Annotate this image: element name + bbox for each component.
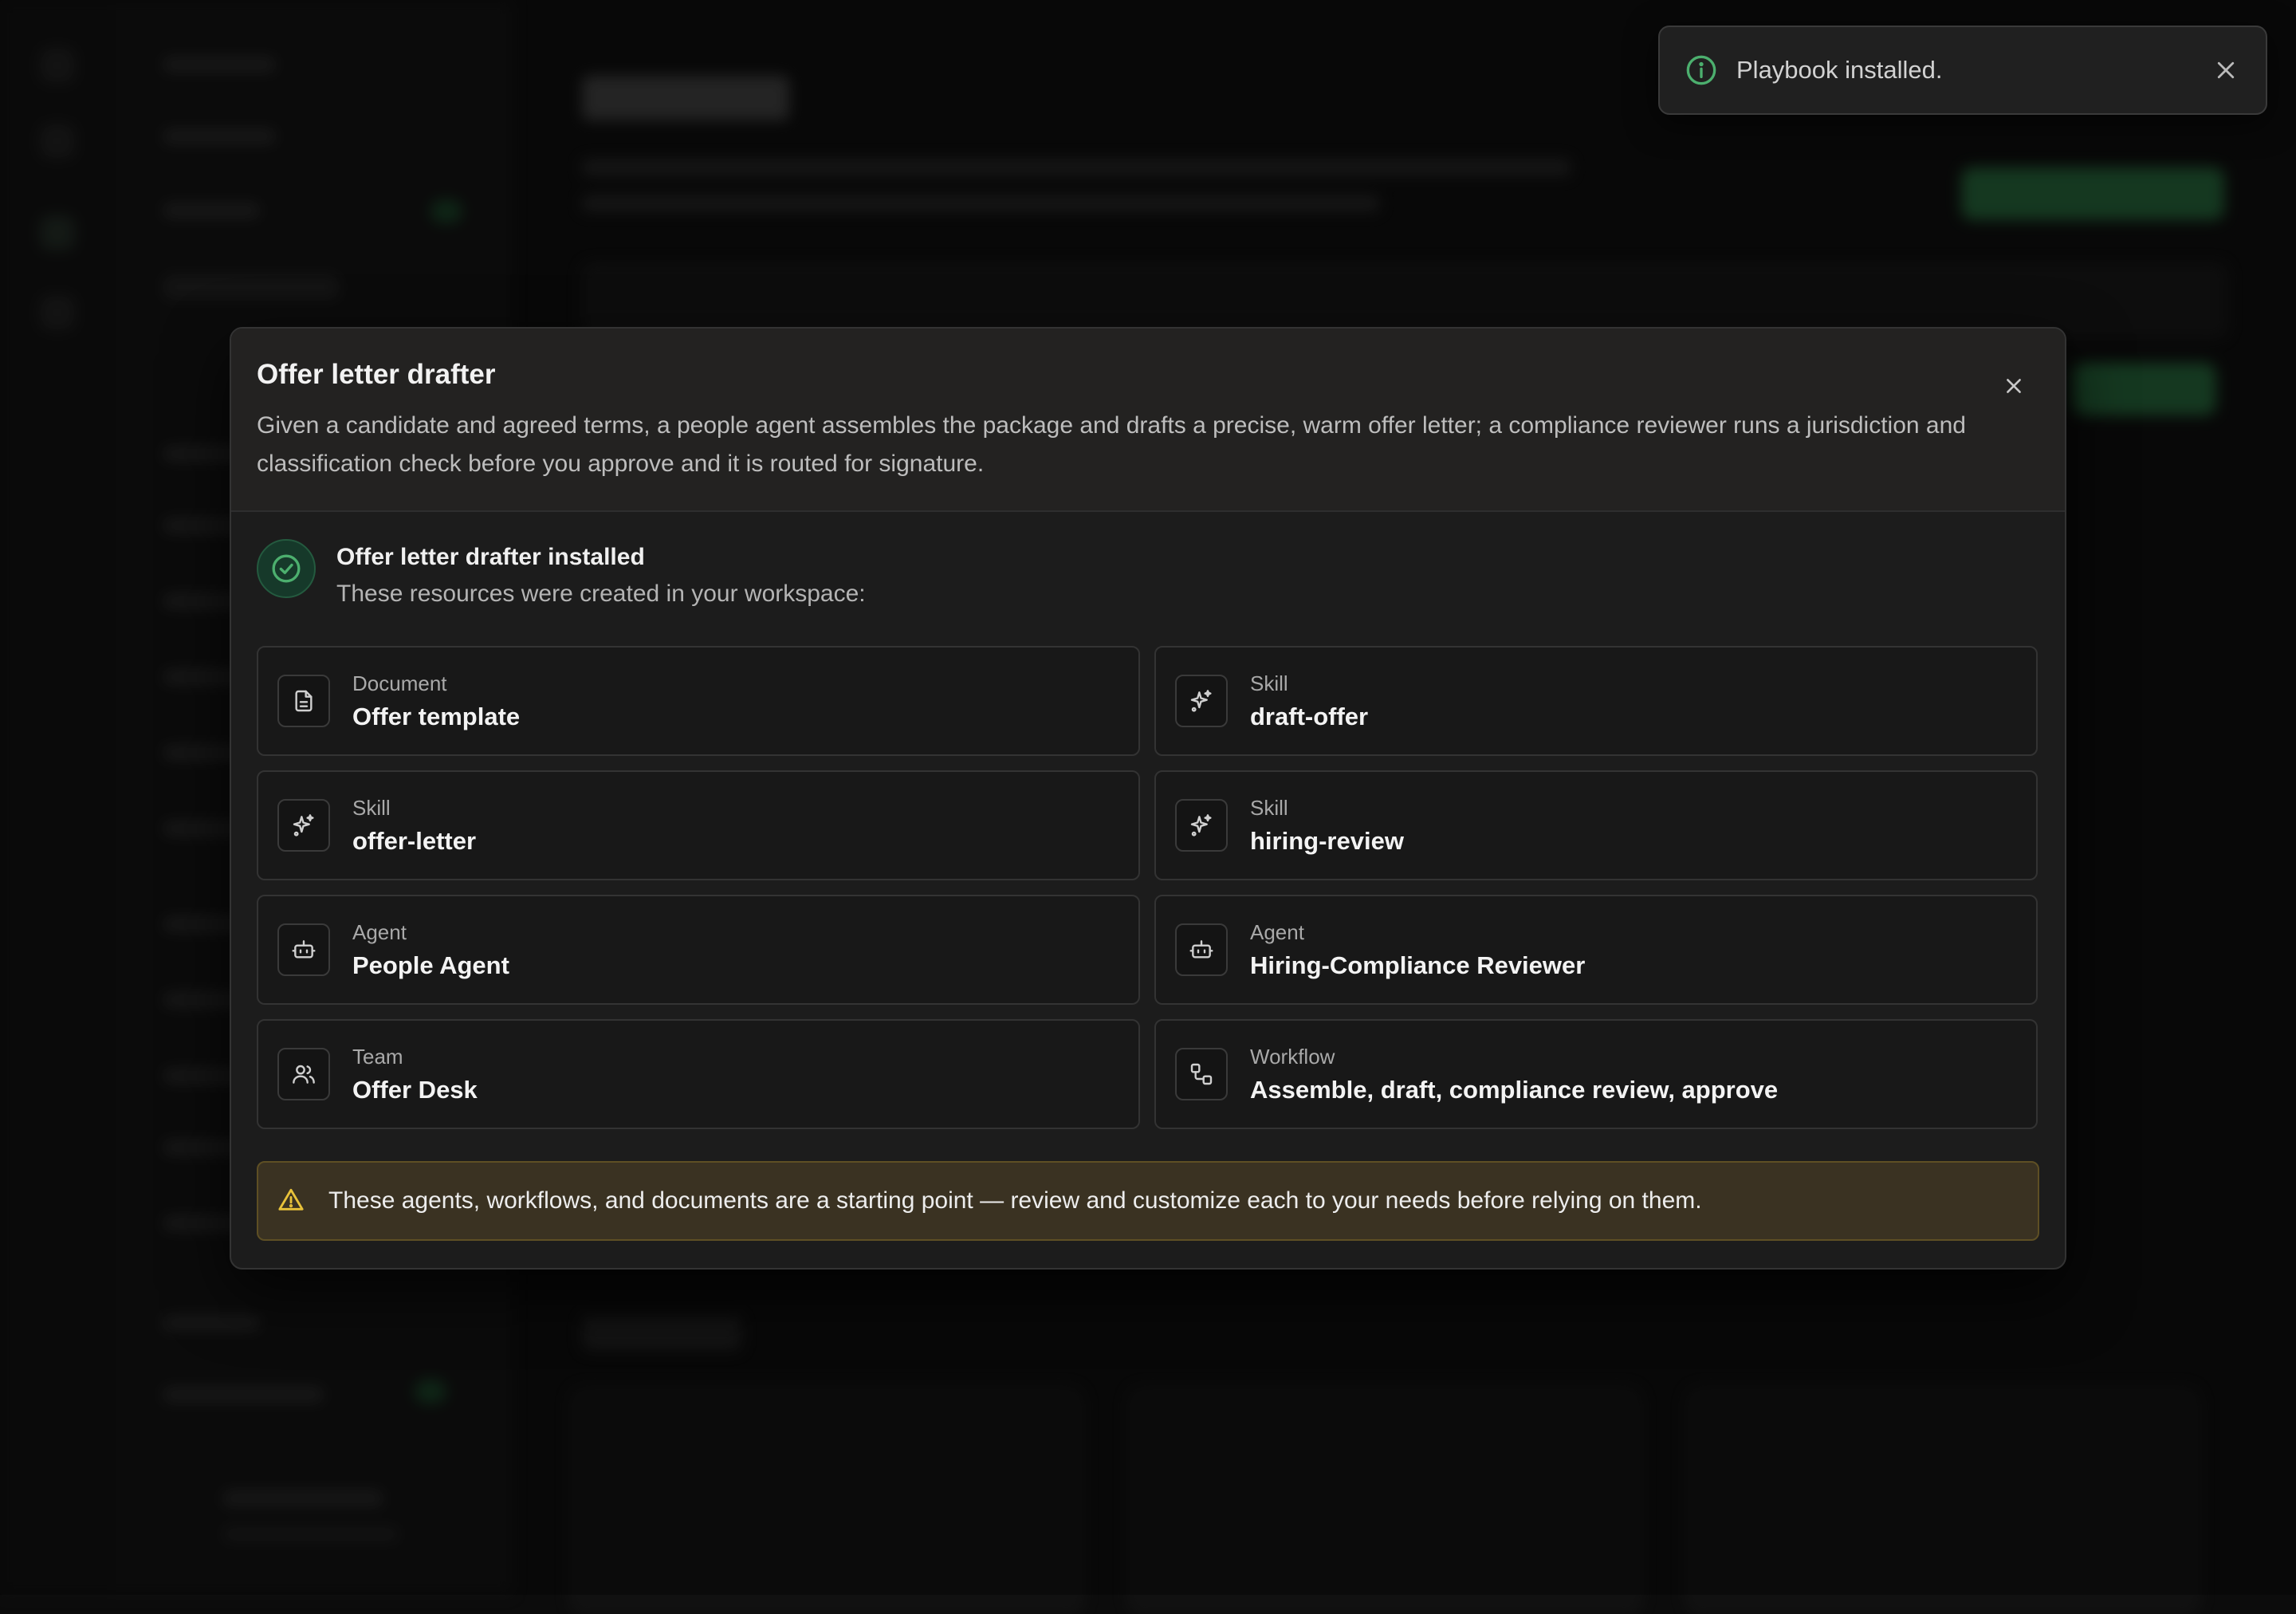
install-success: Offer letter drafter installed These res… — [257, 539, 2039, 608]
toast-close-button[interactable] — [2208, 53, 2243, 88]
sparkles-icon — [277, 799, 330, 852]
dialog-close-button[interactable] — [1995, 367, 2033, 405]
resource-card-workflow[interactable]: Workflow Assemble, draft, compliance rev… — [1154, 1019, 2038, 1129]
toast-notification: Playbook installed. — [1658, 26, 2267, 115]
resource-card-agent[interactable]: Agent People Agent — [257, 895, 1140, 1005]
dialog-title: Offer letter drafter — [257, 359, 496, 390]
resource-card-skill[interactable]: Skill hiring-review — [1154, 770, 2038, 880]
warning-icon — [277, 1187, 306, 1215]
resource-name: People Agent — [352, 951, 509, 979]
document-icon — [277, 675, 330, 727]
bot-icon — [1175, 923, 1228, 976]
check-circle-icon — [257, 539, 316, 598]
dialog-header: Offer letter drafter Given a candidate a… — [231, 329, 2065, 512]
resource-type: Team — [352, 1044, 403, 1069]
dialog-description: Given a candidate and agreed terms, a pe… — [257, 412, 1966, 477]
resource-type: Skill — [1250, 795, 1288, 820]
resource-type: Workflow — [1250, 1044, 1335, 1069]
resource-type: Skill — [1250, 671, 1288, 695]
toast-message: Playbook installed. — [1736, 56, 1943, 84]
resource-card-document[interactable]: Document Offer template — [257, 646, 1140, 756]
resource-card-team[interactable]: Team Offer Desk — [257, 1019, 1140, 1129]
resource-name: draft-offer — [1250, 702, 1369, 730]
resource-name: Offer template — [352, 702, 521, 730]
warning-banner: These agents, workflows, and documents a… — [257, 1161, 2039, 1241]
resource-type: Agent — [1250, 919, 1304, 944]
info-icon — [1685, 54, 1717, 86]
close-icon — [2007, 379, 2021, 393]
bot-icon — [277, 923, 330, 976]
resource-type: Document — [352, 671, 447, 695]
resource-name: Assemble, draft, compliance review, appr… — [1250, 1075, 1779, 1104]
resource-type: Skill — [352, 795, 391, 820]
dialog-body: Offer letter drafter installed These res… — [231, 512, 2065, 1241]
users-icon — [277, 1048, 330, 1100]
resource-name: Hiring-Compliance Reviewer — [1250, 951, 1586, 979]
warning-text: These agents, workflows, and documents a… — [328, 1187, 1702, 1214]
close-icon — [2217, 61, 2235, 79]
resource-card-skill[interactable]: Skill draft-offer — [1154, 646, 2038, 756]
resource-name: Offer Desk — [352, 1075, 478, 1104]
workflow-icon — [1175, 1048, 1228, 1100]
success-subtitle: These resources were created in your wor… — [336, 581, 866, 607]
resource-card-skill[interactable]: Skill offer-letter — [257, 770, 1140, 880]
resource-card-agent[interactable]: Agent Hiring-Compliance Reviewer — [1154, 895, 2038, 1005]
resource-grid: Document Offer template Skill draft-offe… — [257, 646, 2039, 1129]
resource-name: hiring-review — [1250, 826, 1404, 855]
resource-type: Agent — [352, 919, 407, 944]
sparkles-icon — [1175, 799, 1228, 852]
sparkles-icon — [1175, 675, 1228, 727]
resource-name: offer-letter — [352, 826, 477, 855]
playbook-installed-dialog: Offer letter drafter Given a candidate a… — [230, 327, 2066, 1270]
success-title: Offer letter drafter installed — [336, 544, 645, 570]
